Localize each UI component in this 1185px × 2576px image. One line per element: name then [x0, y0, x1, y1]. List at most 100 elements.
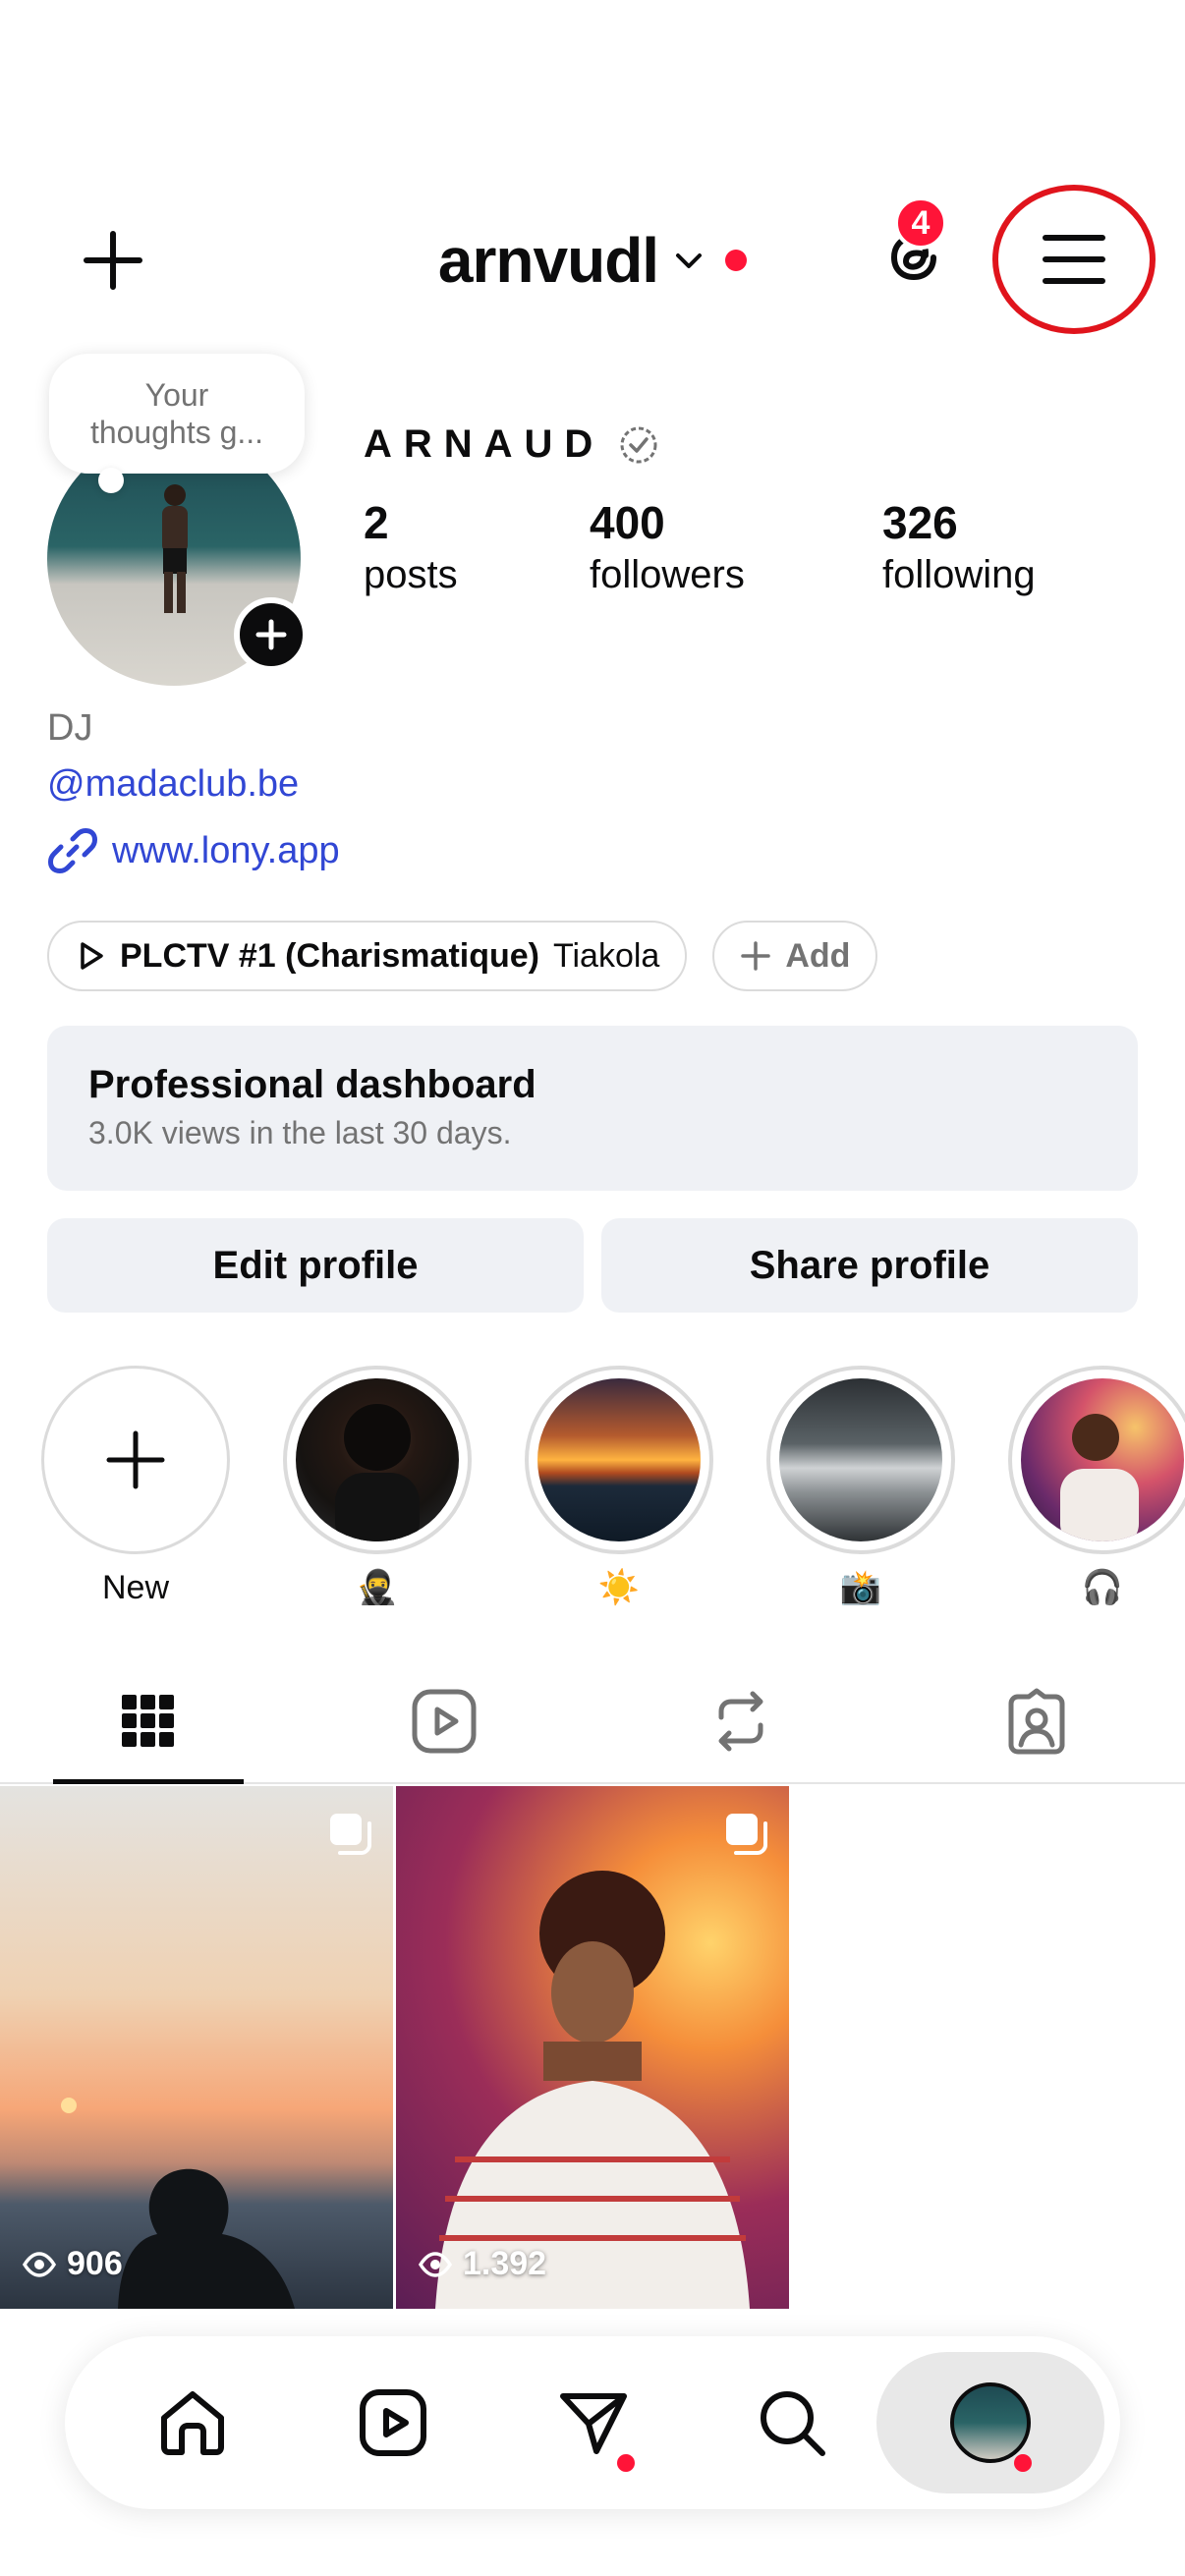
post-image: [61, 2098, 295, 2309]
menu-button[interactable]: [992, 185, 1156, 334]
note-text-line1: Your: [144, 377, 209, 413]
stat-posts[interactable]: 2 posts: [364, 496, 599, 597]
nav-messages[interactable]: [515, 2336, 672, 2509]
nav-reels[interactable]: [314, 2336, 472, 2509]
nav-avatar: [950, 2382, 1031, 2463]
profile-tabs: [0, 1660, 1185, 1784]
highlight-ring: [1008, 1366, 1185, 1554]
posts-grid: 906 1.392: [0, 1786, 1185, 2309]
grid-icon: [121, 1695, 174, 1747]
bio-mention-link[interactable]: @madaclub.be: [47, 763, 340, 806]
dashboard-subtitle: 3.0K views in the last 30 days.: [88, 1115, 512, 1150]
view-count-text: 1.392: [463, 2245, 547, 2282]
stat-number: 2: [364, 497, 389, 548]
highlight-item[interactable]: 🥷: [281, 1366, 474, 1609]
highlight-ring: [283, 1366, 472, 1554]
highlight-cover: [1021, 1378, 1184, 1541]
notification-badge: 4: [894, 196, 947, 250]
highlight-label: 🎧: [1081, 1569, 1124, 1606]
bio: DJ @madaclub.be www.lony.app: [47, 707, 340, 876]
stat-following[interactable]: 326 following: [882, 496, 1118, 597]
carousel-icon: [726, 1814, 767, 1855]
view-count: 1.392: [418, 2245, 546, 2283]
play-icon: [81, 942, 103, 970]
plus-icon: [741, 941, 771, 971]
status-dot: [725, 250, 748, 271]
post-image: [435, 1871, 750, 2309]
highlight-label: 📸: [839, 1569, 882, 1606]
post-thumbnail[interactable]: 906: [0, 1786, 393, 2309]
chevron-down-icon: [672, 241, 711, 280]
profile-activity-dot: [1014, 2454, 1032, 2472]
highlight-new[interactable]: New: [39, 1366, 232, 1609]
profile-song-pill[interactable]: PLCTV #1 (Charismatique) Tiakola: [47, 921, 688, 991]
home-icon: [161, 2391, 224, 2455]
post-thumbnail[interactable]: 1.392: [396, 1786, 789, 2309]
paper-plane-icon: [560, 2393, 627, 2454]
repost-icon: [718, 1691, 763, 1752]
bio-website-link[interactable]: www.lony.app: [47, 825, 340, 876]
stat-label: posts: [364, 553, 458, 596]
profile-header: arnvudl 4: [0, 157, 1185, 354]
reels-icon: [360, 2389, 426, 2456]
nav-search[interactable]: [713, 2336, 871, 2509]
website-text: www.lony.app: [112, 829, 340, 871]
hamburger-menu-icon: [1043, 235, 1105, 284]
song-artist: Tiakola: [552, 936, 660, 975]
note-bubble[interactable]: Your thoughts g...: [49, 354, 305, 474]
tab-tagged[interactable]: [889, 1660, 1185, 1782]
highlight-item[interactable]: 📸: [764, 1366, 957, 1609]
eye-icon: [418, 2251, 453, 2277]
edit-profile-button[interactable]: Edit profile: [47, 1218, 584, 1313]
highlight-ring: [766, 1366, 955, 1554]
professional-dashboard[interactable]: Professional dashboard 3.0K views in the…: [47, 1026, 1138, 1191]
dashboard-title: Professional dashboard: [88, 1063, 536, 1106]
highlight-label: ☀️: [597, 1569, 641, 1606]
highlight-cover: [296, 1378, 459, 1541]
nav-home[interactable]: [114, 2336, 271, 2509]
add-story-button[interactable]: [234, 597, 309, 672]
tab-reposts[interactable]: [592, 1660, 889, 1782]
tagged-person-icon: [1008, 1688, 1065, 1755]
carousel-icon: [330, 1814, 371, 1855]
note-bubble-tail: [98, 468, 124, 493]
stat-number: 400: [590, 497, 665, 548]
plus-icon: [106, 1430, 165, 1489]
stat-number: 326: [882, 497, 958, 548]
note-text-line2: thoughts g...: [89, 415, 264, 450]
highlight-ring: [525, 1366, 713, 1554]
link-icon: [48, 828, 97, 873]
unread-dot: [617, 2454, 635, 2472]
highlight-ring: [41, 1366, 230, 1554]
plus-icon: [255, 619, 287, 650]
tab-reels[interactable]: [297, 1660, 593, 1782]
view-count-text: 906: [67, 2245, 123, 2282]
nav-profile[interactable]: [876, 2352, 1104, 2493]
avatar-figure: [162, 484, 188, 613]
verified-badge-icon: [620, 426, 657, 463]
stat-label: following: [882, 553, 1036, 596]
highlight-label: New: [101, 1569, 170, 1606]
highlight-cover: [779, 1378, 942, 1541]
display-name-row: ARNAUD: [364, 422, 659, 467]
stat-followers[interactable]: 400 followers: [590, 496, 825, 597]
username: arnvudl: [437, 225, 659, 296]
stat-label: followers: [590, 553, 745, 596]
highlight-label: 🥷: [356, 1569, 399, 1606]
song-title: PLCTV #1 (Charismatique): [120, 936, 539, 975]
highlight-cover: [537, 1378, 701, 1541]
story-highlights: New 🥷 ☀️ 📸 🎧: [0, 1366, 1185, 1611]
tab-grid[interactable]: [0, 1660, 297, 1784]
eye-icon: [22, 2251, 57, 2277]
display-name: ARNAUD: [364, 422, 605, 466]
profile-category: DJ: [47, 707, 93, 749]
highlight-item[interactable]: ☀️: [523, 1366, 715, 1609]
add-label: Add: [785, 936, 851, 975]
bottom-navigation: [65, 2336, 1120, 2509]
highlight-item[interactable]: 🎧: [1006, 1366, 1185, 1609]
reels-icon: [412, 1689, 477, 1754]
search-icon: [761, 2391, 825, 2456]
share-profile-button[interactable]: Share profile: [601, 1218, 1138, 1313]
add-link-button[interactable]: Add: [712, 921, 878, 991]
profile-music-row: PLCTV #1 (Charismatique) Tiakola Add: [47, 921, 878, 991]
